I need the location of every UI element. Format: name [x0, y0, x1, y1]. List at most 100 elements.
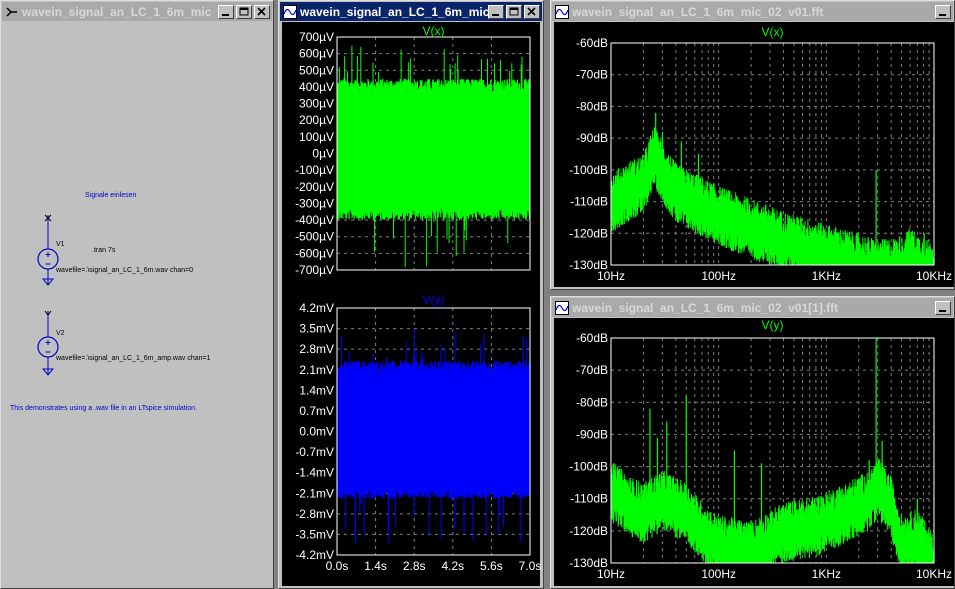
fft2-client[interactable]: -60dB -70dB -80dB -90dB -100dB -110dB -120dB -1…: [554, 318, 954, 586]
y-tick-label: -200µV: [295, 180, 334, 194]
maximize-button[interactable]: [506, 4, 522, 19]
schematic-window[interactable]: wavein_signal_an_LC_1_6m_mic Signale ein…: [0, 0, 274, 589]
y-tick-label: -80dB: [576, 395, 608, 409]
y-tick-label: 0.7mV: [299, 404, 334, 418]
y-tick-label: 500µV: [299, 63, 334, 77]
waveform-app-icon: [283, 4, 297, 19]
series-vy: [610, 338, 935, 563]
fft1-plot[interactable]: -60dB-70dB-80dB-90dB-100dB-110dB-120dB-1…: [554, 22, 954, 287]
v1-value[interactable]: wavefile=.\signal_an_LC_1_6m.wav chan=0: [56, 267, 193, 274]
fft2-title: wavein_signal_an_LC_1_6m_mic_02_v01[1].f…: [572, 300, 839, 315]
y-tick-label: 700µV: [299, 30, 334, 44]
waveform-vx-plot[interactable]: 700µV 600µV 500µV 400µV 300µV 200µV 100µV 0µV -1…: [282, 22, 540, 288]
minimize-button[interactable]: [935, 300, 951, 315]
series-vx: [610, 112, 935, 265]
x-tick-label: 5.6s: [480, 559, 503, 573]
y-tick-label: -2.8mV: [295, 507, 334, 521]
waveform-vy-plot[interactable]: 4.2mV 3.5mV 2.8mV 2.1mV 1.4mV 0.7mV 0.0mV -0.7m…: [282, 288, 542, 586]
plot-title: V(x): [762, 25, 784, 39]
y-tick-label: -60dB: [576, 36, 608, 50]
minimize-button[interactable]: [935, 4, 951, 19]
trace-body: [610, 458, 935, 563]
fft1-titlebar[interactable]: wavein_signal_an_LC_1_6m_mic_02_v01.fft: [552, 2, 953, 21]
series-vx: [336, 45, 531, 268]
v2-source[interactable]: [37, 310, 59, 376]
x-tick-label: 0.0s: [326, 559, 349, 573]
x-tick-label: 1.4s: [364, 559, 387, 573]
schematic-heading[interactable]: Signale einlesen: [85, 192, 136, 199]
schematic-note[interactable]: This demonstrates using a .wav file in a…: [10, 405, 197, 412]
waveform-title: wavein_signal_an_LC_1_6m_mic: [300, 4, 488, 19]
schematic-title: wavein_signal_an_LC_1_6m_mic: [22, 4, 212, 19]
fft2-app-icon: [555, 300, 569, 315]
y-tick-label: 300µV: [299, 97, 334, 111]
y-tick-label: 4.2mV: [299, 301, 334, 315]
minimize-button[interactable]: [488, 4, 504, 19]
plot-title: V(y): [423, 293, 445, 307]
fft1-window[interactable]: wavein_signal_an_LC_1_6m_mic_02_v01.fft …: [550, 0, 955, 290]
fft1-title: wavein_signal_an_LC_1_6m_mic_02_v01.fft: [572, 4, 824, 19]
y-tick-label: 200µV: [299, 113, 334, 127]
y-tick-label: -110dB: [570, 492, 608, 506]
y-tick-label: -3.5mV: [295, 527, 334, 541]
y-tick-label: -120dB: [569, 226, 608, 240]
y-tick-label: 0.0mV: [299, 425, 334, 439]
y-tick-label: -300µV: [295, 196, 334, 210]
v1-source[interactable]: [37, 214, 59, 286]
x-tick-label: 4.2s: [441, 559, 464, 573]
fft2-window[interactable]: wavein_signal_an_LC_1_6m_mic_02_v01[1].f…: [550, 296, 955, 589]
series-vy: [336, 328, 531, 545]
x-tick-label: 1KHz: [812, 269, 841, 283]
plot-title: V(y): [762, 318, 784, 332]
trace-body: [610, 127, 935, 265]
y-tick-label: 600µV: [299, 47, 334, 61]
close-button[interactable]: [524, 4, 540, 19]
y-tick-label: -100µV: [295, 163, 334, 177]
y-tick-label: -60dB: [576, 331, 608, 345]
minimize-button[interactable]: [218, 4, 234, 19]
y-tick-label: 100µV: [299, 130, 334, 144]
schematic-drawing: [37, 214, 59, 376]
y-tick-label: 400µV: [299, 80, 334, 94]
y-tick-label: -100dB: [569, 163, 608, 177]
x-tick-label: 100Hz: [701, 269, 736, 283]
close-button[interactable]: [254, 4, 270, 19]
y-tick-label: -70dB: [576, 68, 608, 82]
y-tick-label: -600µV: [295, 246, 334, 260]
y-tick-label: -1.4mV: [295, 466, 334, 480]
v2-label[interactable]: V2: [56, 330, 65, 337]
y-tick-label: -90dB: [576, 427, 608, 441]
waveform-client[interactable]: 700µV 600µV 500µV 400µV 300µV 200µV 100µV 0µV -1…: [282, 22, 542, 586]
x-tick-label: 1KHz: [812, 567, 841, 581]
y-tick-label: -90dB: [576, 131, 608, 145]
y-tick-label: -110dB: [570, 195, 608, 209]
v2-value[interactable]: wavefile=.\signal_an_LC_1_6m_amp.wav cha…: [56, 355, 211, 362]
schematic-app-icon: [6, 6, 17, 17]
schematic-canvas[interactable]: Signale einlesen V1 .tran 7s wavefile=.\…: [5, 23, 271, 585]
x-tick-label: 7.0s: [519, 559, 542, 573]
fft2-plot[interactable]: -60dB-70dB-80dB-90dB-100dB-110dB-120dB-1…: [554, 318, 954, 586]
y-tick-label: 2.8mV: [299, 342, 334, 356]
y-tick-label: 3.5mV: [299, 322, 334, 336]
waveform-window[interactable]: wavein_signal_an_LC_1_6m_mic 700µV 600µV 5…: [278, 0, 544, 589]
x-tick-label: 10Hz: [597, 269, 625, 283]
y-tick-label: -500µV: [295, 230, 334, 244]
waveform-titlebar[interactable]: wavein_signal_an_LC_1_6m_mic: [280, 2, 542, 21]
y-tick-label: 0µV: [312, 147, 334, 161]
y-tick-label: -0.7mV: [295, 445, 334, 459]
x-tick-label: 2.8s: [403, 559, 426, 573]
y-tick-label: 1.4mV: [299, 383, 334, 397]
fft2-titlebar[interactable]: wavein_signal_an_LC_1_6m_mic_02_v01[1].f…: [552, 298, 953, 317]
v1-label[interactable]: V1: [56, 241, 65, 248]
plot-title: V(x): [423, 24, 445, 38]
x-tick-label: 100Hz: [701, 567, 736, 581]
tran-directive[interactable]: .tran 7s: [92, 247, 115, 254]
fft1-client[interactable]: -60dB -70dB -80dB -90dB -100dB -110dB -120dB -1…: [554, 22, 954, 287]
y-tick-label: -70dB: [576, 363, 608, 377]
schematic-titlebar[interactable]: wavein_signal_an_LC_1_6m_mic: [2, 2, 272, 21]
y-tick-label: 2.1mV: [299, 363, 334, 377]
y-tick-label: -100dB: [569, 460, 608, 474]
y-tick-label: -80dB: [576, 99, 608, 113]
y-tick-label: -700µV: [295, 263, 334, 277]
maximize-button[interactable]: [236, 4, 252, 19]
